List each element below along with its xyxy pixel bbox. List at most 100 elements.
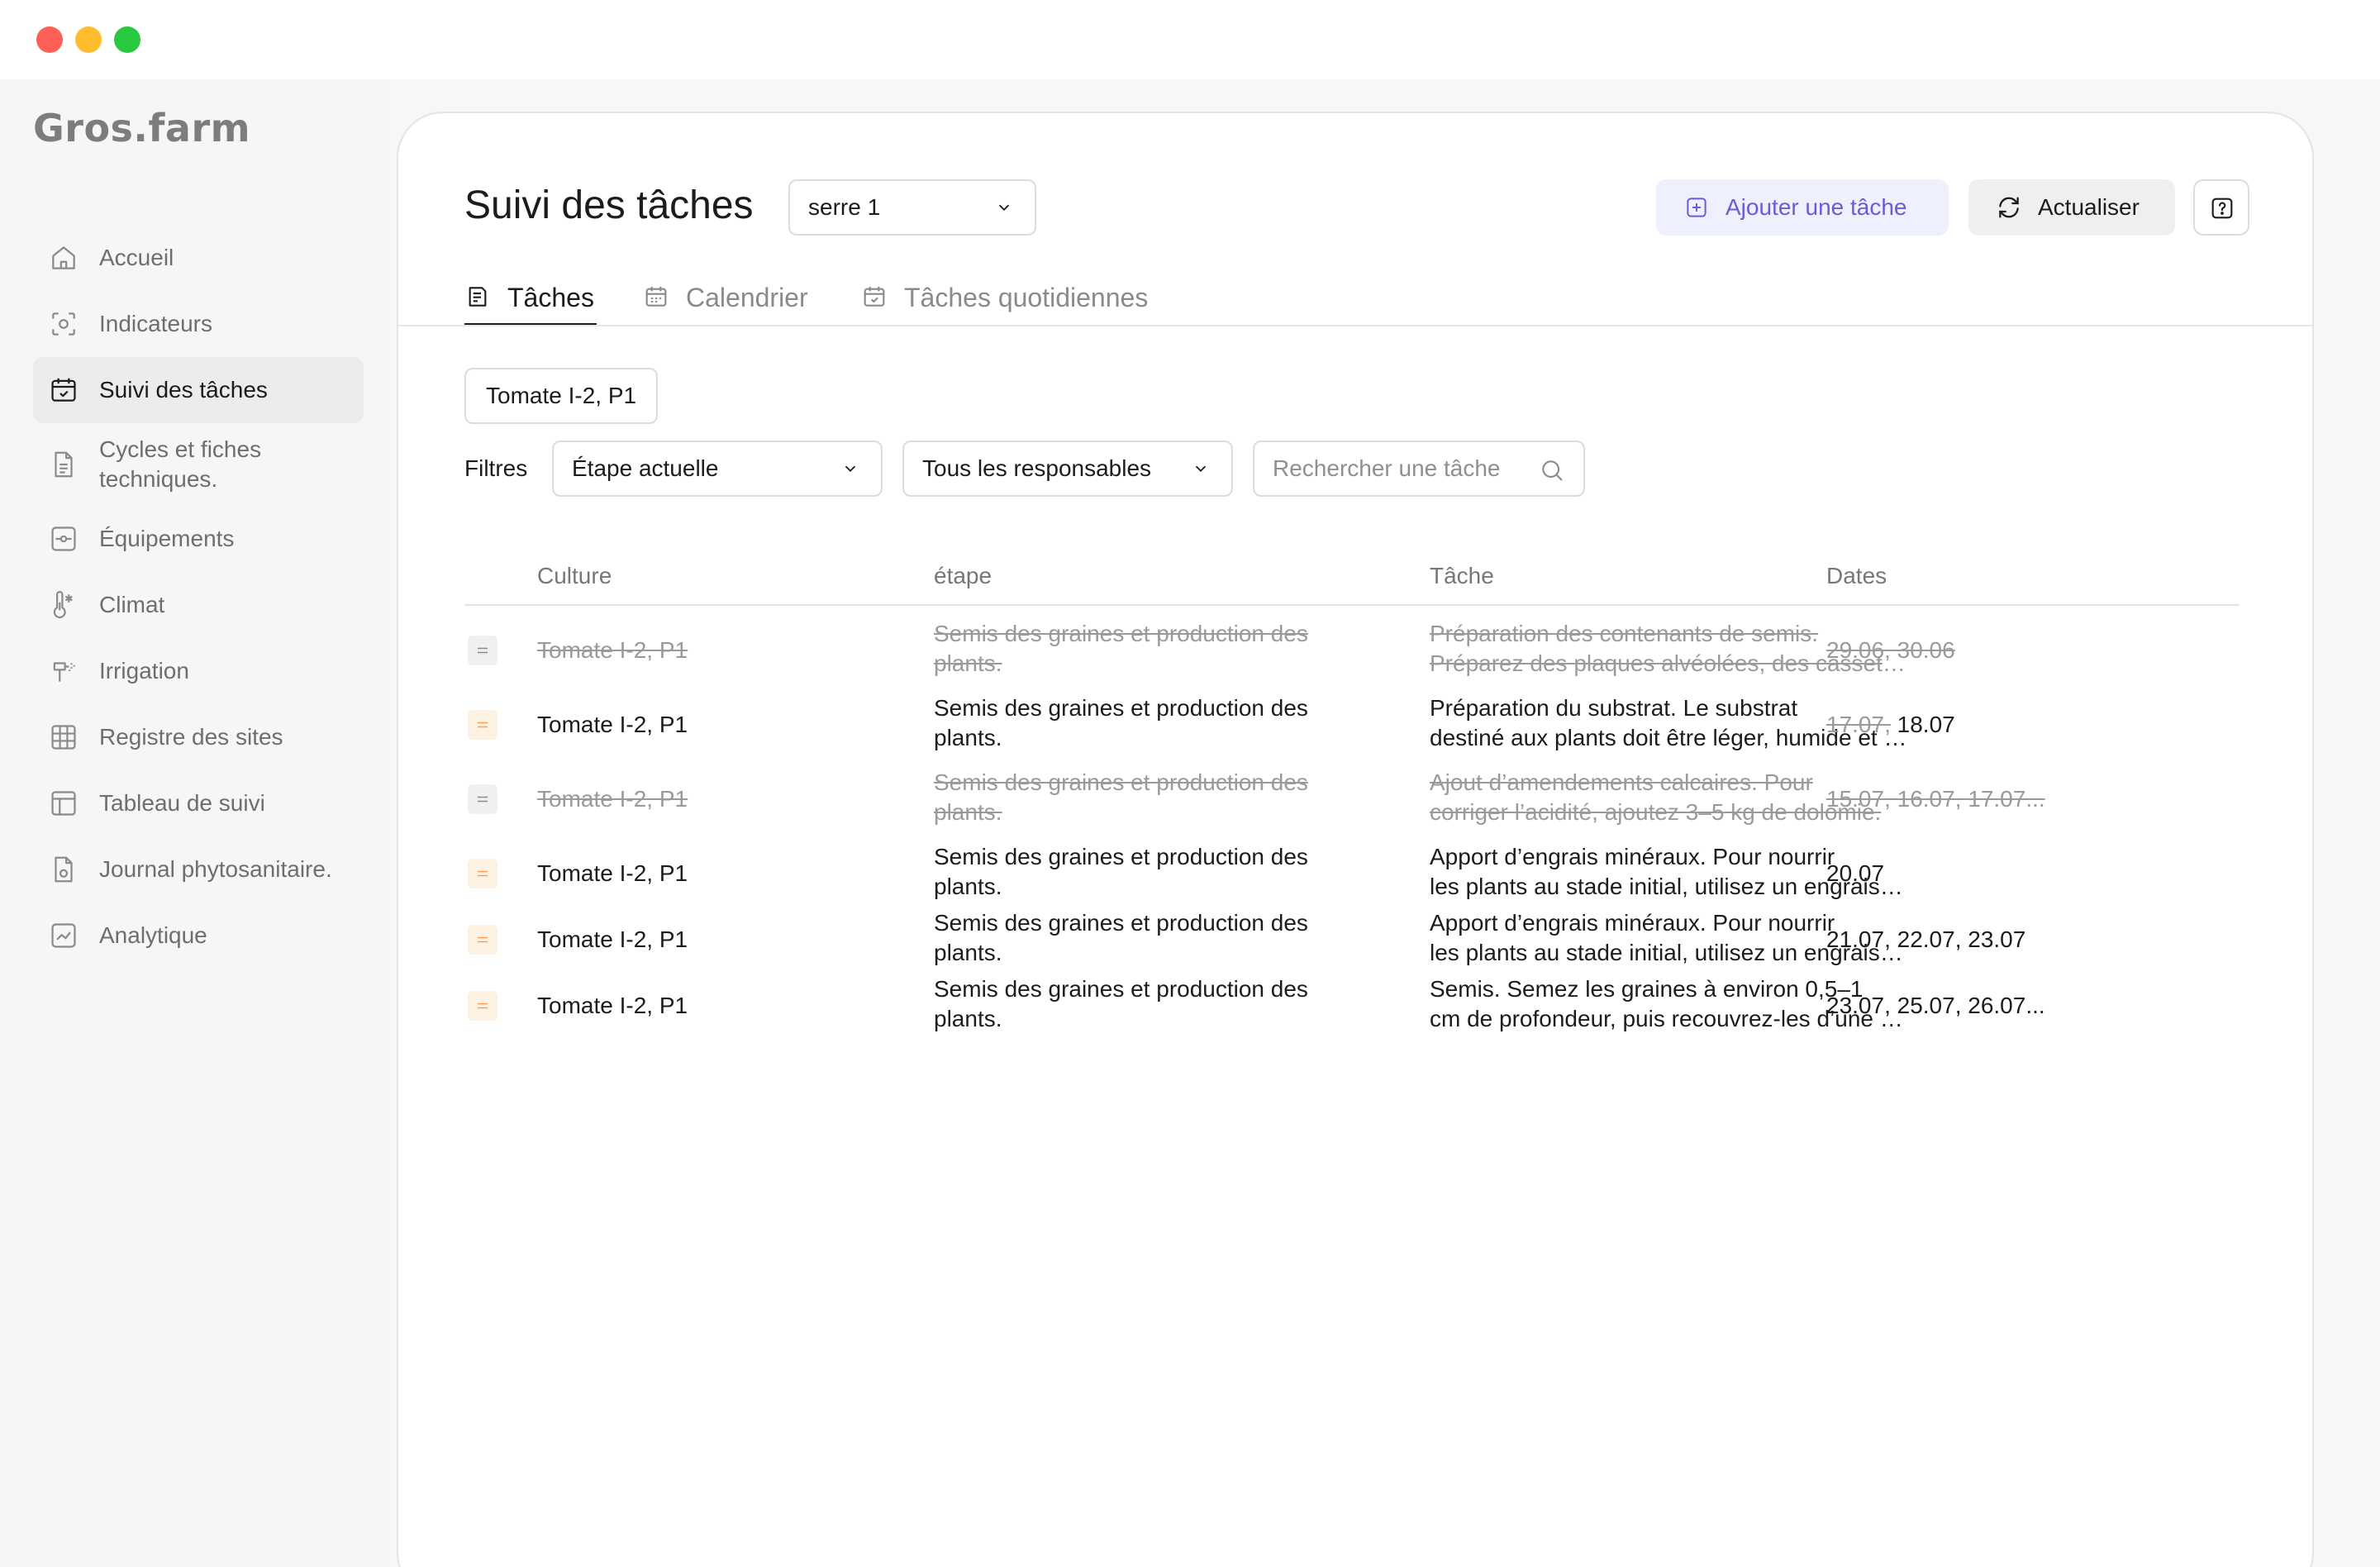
- minimize-window-button[interactable]: [75, 26, 102, 53]
- past-dates: 17.07,: [1826, 712, 1891, 737]
- tab-calendrier[interactable]: Calendrier: [643, 269, 833, 326]
- site-select[interactable]: serre 1: [788, 179, 1036, 236]
- cell-dates: 15.07, 16.07, 17.07...: [1826, 786, 2045, 812]
- sidebar-item-accueil[interactable]: Accueil: [33, 225, 364, 291]
- tab-taches-quotidiennes[interactable]: Tâches quotidiennes: [861, 269, 1192, 326]
- column-header-dates[interactable]: Dates: [1826, 551, 1887, 601]
- sidebar-item-label: Suivi des tâches: [99, 377, 268, 402]
- column-header-etape[interactable]: étape: [934, 551, 992, 601]
- stage-filter-select[interactable]: Étape actuelle: [552, 441, 883, 497]
- cell-culture: Tomate I-2, P1: [537, 712, 688, 737]
- chevron-down-icon: [845, 465, 856, 473]
- cell-culture: Tomate I-2, P1: [537, 993, 688, 1018]
- table-row[interactable]: Tomate I-2, P1 Semis des graines et prod…: [464, 607, 2240, 693]
- main-panel: Suivi des tâches serre 1 Ajouter une tâc…: [397, 112, 2314, 1567]
- sidebar-item-suivi-des-taches[interactable]: Suivi des tâches: [33, 357, 364, 423]
- sidebar-item-journal[interactable]: Journal phytosanitaire.: [33, 836, 364, 903]
- add-task-button[interactable]: Ajouter une tâche: [1656, 179, 1949, 236]
- drag-handle-icon[interactable]: [468, 991, 497, 1021]
- tab-label: Tâches quotidiennes: [904, 282, 1149, 312]
- thermometer-icon: [48, 589, 79, 621]
- sidebar-item-analytique[interactable]: Analytique: [33, 903, 364, 969]
- sidebar-item-indicateurs[interactable]: Indicateurs: [33, 291, 364, 357]
- close-window-button[interactable]: [36, 26, 63, 53]
- sidebar-item-tableau[interactable]: Tableau de suivi: [33, 770, 364, 836]
- tab-label: Tâches: [507, 282, 594, 312]
- drag-handle-icon[interactable]: [468, 636, 497, 665]
- table-row[interactable]: Tomate I-2, P1 Semis des graines et prod…: [464, 963, 2240, 1031]
- tab-taches[interactable]: Tâches: [464, 269, 605, 326]
- sidebar-item-label: Analytique: [99, 922, 207, 948]
- sidebar-item-registre[interactable]: Registre des sites: [33, 704, 364, 770]
- column-header-culture[interactable]: Culture: [537, 551, 612, 601]
- task-list-icon: [469, 287, 487, 307]
- site-select-value: serre 1: [808, 194, 881, 220]
- sidebar-item-label: Accueil: [99, 245, 174, 270]
- grid-icon: [48, 722, 79, 753]
- responsible-filter-value: Tous les responsables: [922, 455, 1152, 481]
- sidebar-item-label: Irrigation: [99, 658, 189, 683]
- help-icon: [2211, 198, 2233, 219]
- cell-culture: Tomate I-2, P1: [537, 637, 688, 663]
- help-button[interactable]: [2193, 179, 2249, 236]
- sidebar-item-label: Tableau de suivi: [99, 790, 265, 816]
- calendar-check-icon: [48, 374, 79, 406]
- cell-dates: 23.07, 25.07, 26.07...: [1826, 993, 2045, 1018]
- sidebar-item-label: Équipements: [99, 526, 235, 551]
- sidebar-item-irrigation[interactable]: Irrigation: [33, 638, 364, 704]
- crop-chip[interactable]: Tomate I-2, P1: [464, 368, 659, 424]
- home-icon: [48, 242, 79, 274]
- cell-culture: Tomate I-2, P1: [537, 860, 688, 886]
- sidebar-item-label: Cycles et fiches techniques.: [99, 436, 262, 492]
- table-row[interactable]: Tomate I-2, P1 Semis des graines et prod…: [464, 682, 2240, 756]
- sidebar-item-equipements[interactable]: Équipements: [33, 506, 364, 572]
- tab-label: Calendrier: [686, 282, 808, 312]
- document-icon: [48, 449, 79, 480]
- irrigation-icon: [48, 655, 79, 687]
- task-search-input[interactable]: Rechercher une tâche: [1253, 441, 1585, 497]
- drag-handle-icon[interactable]: [468, 925, 497, 955]
- refresh-button[interactable]: Actualiser: [1968, 179, 2175, 236]
- cell-stage: Semis des graines et production des plan…: [934, 976, 1308, 1031]
- journal-icon: [48, 854, 79, 885]
- calendar-icon: [645, 287, 667, 307]
- cell-stage: Semis des graines et production des plan…: [934, 621, 1308, 676]
- chart-icon: [48, 920, 79, 951]
- equipment-icon: [48, 523, 79, 555]
- tasks-table: Culture étape Tâche Dates Tomate I-2, P1…: [464, 551, 2240, 1031]
- table-row[interactable]: Tomate I-2, P1 Semis des graines et prod…: [464, 756, 2240, 831]
- cell-stage: Semis des graines et production des plan…: [934, 844, 1308, 899]
- tabs-divider: [398, 325, 2314, 326]
- table-icon: [48, 788, 79, 819]
- sidebar-item-label: Journal phytosanitaire.: [99, 856, 332, 882]
- table-row[interactable]: Tomate I-2, P1 Semis des graines et prod…: [464, 831, 2240, 905]
- sidebar-item-label: Climat: [99, 592, 165, 617]
- add-square-icon: [1687, 198, 1706, 217]
- drag-handle-icon[interactable]: [468, 859, 497, 888]
- sidebar-nav: Accueil Indicateurs Suivi des tâches Cyc…: [33, 225, 364, 969]
- sidebar-item-label: Registre des sites: [99, 724, 283, 750]
- app-logo[interactable]: Gros.farm: [33, 106, 250, 150]
- chevron-down-icon: [998, 204, 1010, 212]
- sidebar-item-cycles[interactable]: Cycles et fiches techniques.: [33, 423, 364, 506]
- window-titlebar: [0, 0, 2380, 79]
- upcoming-dates: 18.07: [1897, 712, 1955, 737]
- cell-dates: 20.07: [1826, 860, 1885, 886]
- drag-handle-icon[interactable]: [468, 710, 497, 740]
- cell-stage: Semis des graines et production des plan…: [934, 769, 1308, 825]
- stage-filter-value: Étape actuelle: [572, 455, 719, 481]
- cell-stage: Semis des graines et production des plan…: [934, 910, 1308, 965]
- page-title: Suivi des tâches: [464, 183, 754, 227]
- table-row[interactable]: Tomate I-2, P1 Semis des graines et prod…: [464, 897, 2240, 965]
- drag-handle-icon[interactable]: [468, 784, 497, 814]
- calendar-check-icon: [864, 287, 885, 307]
- cell-stage: Semis des graines et production des plan…: [934, 695, 1308, 750]
- sidebar-item-climat[interactable]: Climat: [33, 572, 364, 638]
- refresh-label: Actualiser: [2038, 194, 2140, 220]
- responsible-filter-select[interactable]: Tous les responsables: [902, 441, 1233, 497]
- column-header-tache[interactable]: Tâche: [1430, 551, 1494, 601]
- cell-culture: Tomate I-2, P1: [537, 926, 688, 952]
- sidebar-item-label: Indicateurs: [99, 311, 212, 336]
- maximize-window-button[interactable]: [114, 26, 140, 53]
- sidebar: Gros.farm Accueil Indicateurs Suivi des …: [0, 79, 388, 1567]
